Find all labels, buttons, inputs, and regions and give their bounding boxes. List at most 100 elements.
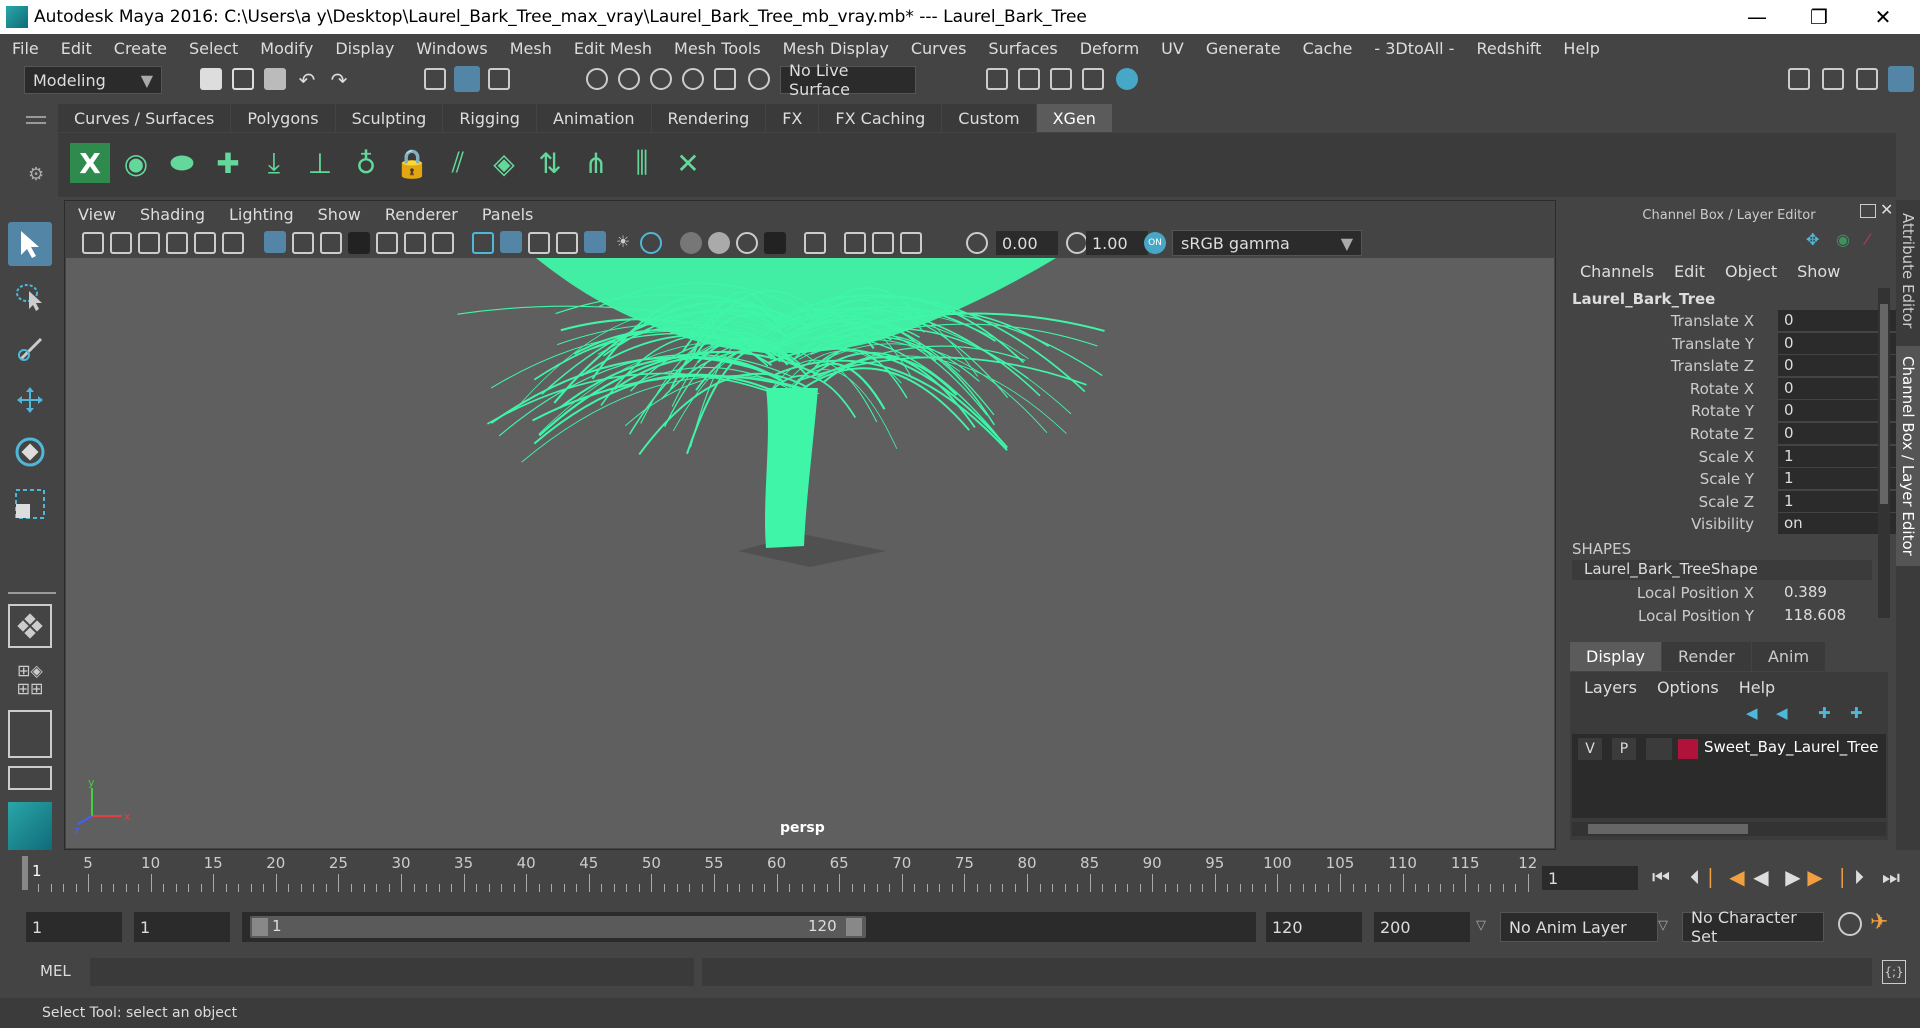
hypershade-icon[interactable] [1116, 68, 1138, 90]
maya-help-logo-icon[interactable] [8, 802, 52, 850]
playback-start-field[interactable]: 1 [134, 912, 230, 942]
channel-row[interactable]: Rotate X0 [1562, 377, 1896, 400]
new-layer-icon[interactable]: ✚ [1818, 704, 1831, 722]
render-view-icon[interactable] [986, 68, 1008, 90]
play-backwards-icon[interactable]: ◀ [1750, 865, 1772, 889]
grid-toggle-icon[interactable] [264, 231, 286, 253]
anti-aliasing-icon[interactable] [736, 232, 758, 254]
cb-menu-channels[interactable]: Channels [1580, 262, 1654, 281]
step-back-frame-icon[interactable]: ⎸◀ [1709, 865, 1744, 889]
channel-row[interactable]: Scale Z1 [1562, 490, 1896, 513]
shape-channel-row[interactable]: Local Position X 0.389 [1562, 582, 1872, 604]
layout-shortcut-icon[interactable] [8, 766, 52, 790]
camera-select-icon[interactable] [82, 232, 104, 254]
animation-preferences-icon[interactable]: ✈ [1870, 910, 1888, 935]
ipr-render-icon[interactable] [1050, 68, 1072, 90]
gate-mask-icon[interactable] [348, 232, 370, 254]
range-slider-start-handle[interactable] [252, 918, 268, 936]
viewport-menu-panels[interactable]: Panels [470, 205, 546, 224]
script-editor-icon[interactable]: {;} [1882, 960, 1906, 984]
object-name[interactable]: Laurel_Bark_Tree [1572, 290, 1715, 308]
menu-help[interactable]: Help [1552, 39, 1610, 58]
layer-color-swatch[interactable] [1678, 739, 1698, 759]
minimize-button[interactable]: — [1726, 0, 1788, 34]
wireframe-icon[interactable] [472, 232, 494, 254]
menu-edit-mesh[interactable]: Edit Mesh [563, 39, 663, 58]
snap-view-plane-icon[interactable] [682, 68, 704, 90]
layer-menu-options[interactable]: Options [1657, 678, 1719, 697]
go-to-end-icon[interactable]: ⏭ [1880, 865, 1902, 889]
new-scene-icon[interactable] [200, 68, 222, 90]
time-slider[interactable]: 1 5 10 15 20 25 30 35 40 45 50 55 60 65 70 75 80 85 90 95 1… [0, 852, 1920, 904]
channel-row[interactable]: Translate Z0 [1562, 355, 1896, 377]
single-perspective-layout-icon[interactable] [8, 604, 52, 648]
menu-file[interactable]: File [0, 39, 50, 58]
channel-row[interactable]: Rotate Z0 [1562, 423, 1896, 445]
xgen-editor-icon[interactable]: X [70, 143, 110, 183]
select-hierarchy-icon[interactable] [424, 68, 446, 90]
select-guides-icon[interactable]: ⋔ [576, 143, 616, 183]
range-slider-bar[interactable]: 1 120 [250, 916, 866, 938]
snap-point-icon[interactable] [650, 68, 672, 90]
guide-length-icon[interactable]: ⊥ [300, 143, 340, 183]
cb-menu-edit[interactable]: Edit [1674, 262, 1705, 281]
current-frame-field[interactable]: 1 [1542, 866, 1638, 890]
two-d-pan-icon[interactable] [194, 232, 216, 254]
channel-box-scrollbar[interactable] [1878, 288, 1890, 618]
step-back-key-icon[interactable]: ⏴ [1684, 865, 1706, 889]
new-layer-selected-icon[interactable]: ✚ [1850, 704, 1863, 722]
tab-rendering[interactable]: Rendering [651, 104, 767, 132]
paint-select-tool-icon[interactable] [8, 326, 52, 370]
render-settings-icon[interactable] [1082, 68, 1104, 90]
select-component-icon[interactable] [488, 68, 510, 90]
scale-tool-icon[interactable] [8, 482, 52, 526]
tab-render[interactable]: Render [1660, 642, 1751, 671]
xray-active-icon[interactable] [872, 232, 894, 254]
attribute-editor-toggle-icon[interactable] [1822, 68, 1844, 90]
menu-mesh-display[interactable]: Mesh Display [772, 39, 900, 58]
cb-menu-object[interactable]: Object [1725, 262, 1777, 281]
depth-of-field-icon[interactable] [764, 232, 786, 254]
channel-row[interactable]: Visibility on [1562, 513, 1896, 535]
animation-end-field[interactable]: 200 [1374, 912, 1470, 942]
channel-label[interactable]: Translate Z [1671, 357, 1754, 375]
go-to-start-icon[interactable]: ⏮ [1650, 865, 1672, 889]
channel-label[interactable]: Scale Y [1700, 470, 1754, 488]
channel-row[interactable]: Translate X0 [1562, 310, 1896, 332]
script-language-label[interactable]: MEL [40, 962, 71, 980]
layer-menu-layers[interactable]: Layers [1584, 678, 1637, 697]
layer-playback-toggle[interactable]: P [1612, 738, 1636, 760]
isolate-select-icon[interactable] [804, 232, 826, 254]
modeling-toolkit-icon[interactable] [1788, 68, 1810, 90]
menu-cache[interactable]: Cache [1292, 39, 1364, 58]
menu-mesh-tools[interactable]: Mesh Tools [663, 39, 772, 58]
menu-generate[interactable]: Generate [1195, 39, 1292, 58]
menuset-dropdown[interactable]: Modeling ▼ [24, 66, 162, 94]
menu-windows[interactable]: Windows [405, 39, 498, 58]
menu-display[interactable]: Display [324, 39, 405, 58]
channel-row[interactable]: Scale Y1 [1562, 468, 1896, 490]
maximize-button[interactable]: ❐ [1788, 0, 1850, 34]
tab-polygons[interactable]: Polygons [231, 104, 336, 132]
tab-display[interactable]: Display [1570, 642, 1661, 671]
textured-icon[interactable] [584, 231, 606, 253]
move-tool-icon[interactable] [8, 378, 52, 422]
bookmark-icon[interactable] [138, 232, 160, 254]
outliner-layout-icon[interactable] [8, 710, 52, 758]
move-guide-icon[interactable]: ⤓ [254, 143, 294, 183]
layer-hscrollbar[interactable] [1572, 822, 1886, 836]
guide-cage-icon[interactable]: ⫼ [622, 143, 662, 183]
close-panel-icon[interactable]: ✕ [1880, 200, 1893, 219]
redo-icon[interactable]: ↷ [328, 68, 350, 92]
xray-icon[interactable] [844, 232, 866, 254]
default-material-icon[interactable] [528, 232, 550, 254]
channel-row[interactable]: Rotate Y0 [1562, 400, 1896, 422]
shadows-icon[interactable] [640, 232, 662, 254]
shape-name[interactable]: Laurel_Bark_TreeShape [1572, 560, 1872, 580]
menu-edit[interactable]: Edit [50, 39, 103, 58]
tab-anim[interactable]: Anim [1750, 642, 1826, 671]
save-scene-icon[interactable] [264, 68, 286, 90]
channel-label[interactable]: Translate X [1671, 312, 1754, 330]
render-current-icon[interactable] [1018, 68, 1040, 90]
tab-xgen[interactable]: XGen [1036, 104, 1113, 132]
